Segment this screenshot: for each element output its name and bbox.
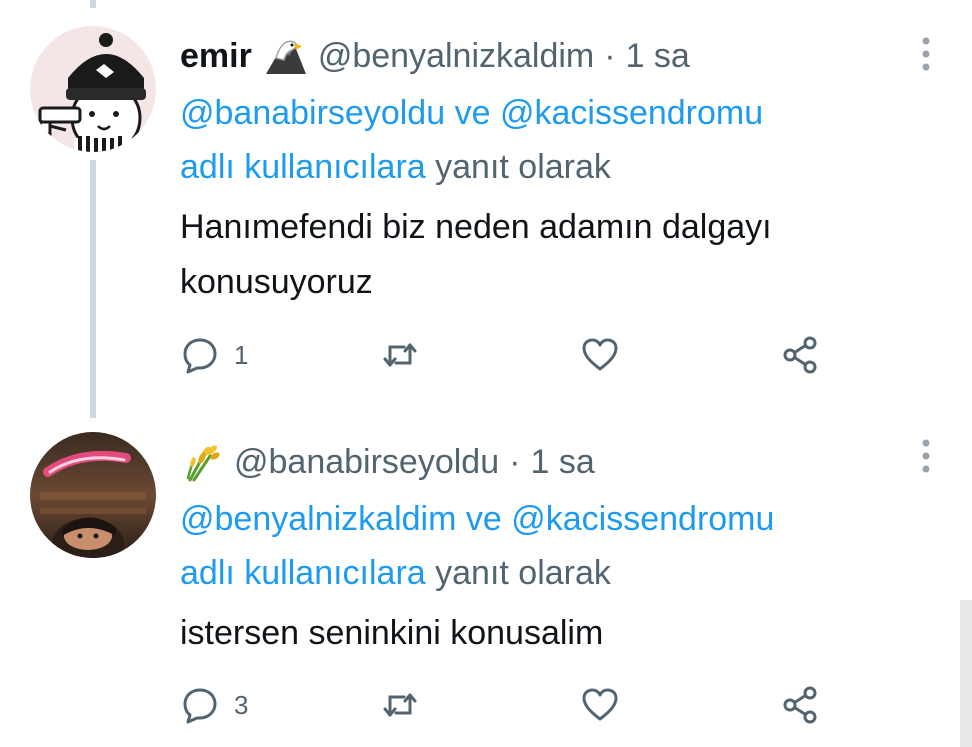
- reply-context: @banabirseyoldu ve @kacissendromu adlı k…: [180, 86, 912, 194]
- heart-icon: [582, 688, 618, 721]
- share-button[interactable]: [780, 685, 820, 725]
- mention-link[interactable]: @kacissendromu: [500, 94, 763, 132]
- mention-link[interactable]: @kacissendromu: [511, 500, 774, 538]
- more-vertical-icon[interactable]: [920, 438, 932, 474]
- tweet-actions: 3: [180, 680, 820, 730]
- display-name[interactable]: emir: [180, 37, 252, 76]
- share-icon: [783, 336, 817, 374]
- tweet-text-line: konusuyoruz: [180, 263, 373, 301]
- reply-context: @benyalnizkaldim ve @kacissendromu adlı …: [180, 492, 912, 600]
- tweet-text-line: istersen seninkini konusalim: [180, 614, 604, 652]
- user-handle[interactable]: @banabirseyoldu: [234, 443, 499, 482]
- eagle-emoji-icon: [264, 36, 308, 76]
- timestamp[interactable]: 1 sa: [530, 443, 594, 482]
- separator-dot: ·: [604, 36, 616, 75]
- retweet-icon: [383, 343, 417, 367]
- reply-conjunction: ve: [465, 500, 502, 538]
- reply-button[interactable]: 3: [180, 685, 340, 725]
- timestamp[interactable]: 1 sa: [626, 37, 690, 76]
- reply-users-link[interactable]: adlı kullanıcılara: [180, 554, 426, 592]
- like-button[interactable]: [580, 335, 740, 375]
- retweet-button[interactable]: [380, 685, 540, 725]
- reply-suffix: yanıt olarak: [435, 148, 611, 186]
- share-button[interactable]: [780, 335, 820, 375]
- tweet-text: Hanımefendi biz neden adamın dalgayı kon…: [180, 200, 912, 310]
- avatar[interactable]: [30, 26, 156, 152]
- thread-view: emir @benyalnizkaldim · 1 sa @banabirsey…: [0, 0, 972, 747]
- share-icon: [783, 686, 817, 724]
- reply-bubble-icon: [183, 688, 217, 724]
- retweet-button[interactable]: [380, 335, 540, 375]
- reply-bubble-icon: [183, 338, 217, 374]
- tweet-content: @banabirseyoldu · 1 sa @benyalnizkaldim …: [180, 436, 912, 661]
- reply-button[interactable]: 1: [180, 335, 340, 375]
- scrollbar[interactable]: [960, 600, 972, 747]
- tweet-actions: 1: [180, 330, 820, 380]
- tweet-header: emir @benyalnizkaldim · 1 sa: [180, 30, 912, 82]
- like-button[interactable]: [580, 685, 740, 725]
- sheaf-of-rice-emoji-icon: [180, 442, 224, 482]
- reply-suffix: yanıt olarak: [435, 554, 611, 592]
- heart-icon: [582, 338, 618, 371]
- tweet-content: emir @benyalnizkaldim · 1 sa @banabirsey…: [180, 30, 912, 310]
- retweet-icon: [383, 693, 417, 717]
- user-handle[interactable]: @benyalnizkaldim: [318, 37, 594, 76]
- photo-avatar-neon-sign-icon: [30, 432, 156, 558]
- tweet-header: @banabirseyoldu · 1 sa: [180, 436, 912, 488]
- separator-dot: ·: [509, 442, 521, 481]
- more-vertical-icon[interactable]: [920, 36, 932, 72]
- tweet-text-line: Hanımefendi biz neden adamın dalgayı: [180, 208, 772, 246]
- tweet-text: istersen seninkini konusalim: [180, 606, 912, 661]
- tweet[interactable]: @banabirseyoldu · 1 sa @benyalnizkaldim …: [0, 420, 972, 747]
- tweet[interactable]: emir @benyalnizkaldim · 1 sa @banabirsey…: [0, 0, 972, 420]
- mention-link[interactable]: @banabirseyoldu: [180, 94, 445, 132]
- reply-count: 3: [234, 689, 249, 720]
- avatar[interactable]: [30, 432, 156, 558]
- reply-users-link[interactable]: adlı kullanıcılara: [180, 148, 426, 186]
- reply-conjunction: ve: [454, 94, 491, 132]
- mention-link[interactable]: @benyalnizkaldim: [180, 500, 456, 538]
- reply-count: 1: [234, 339, 249, 370]
- cartoon-beanie-avatar-icon: [30, 26, 156, 152]
